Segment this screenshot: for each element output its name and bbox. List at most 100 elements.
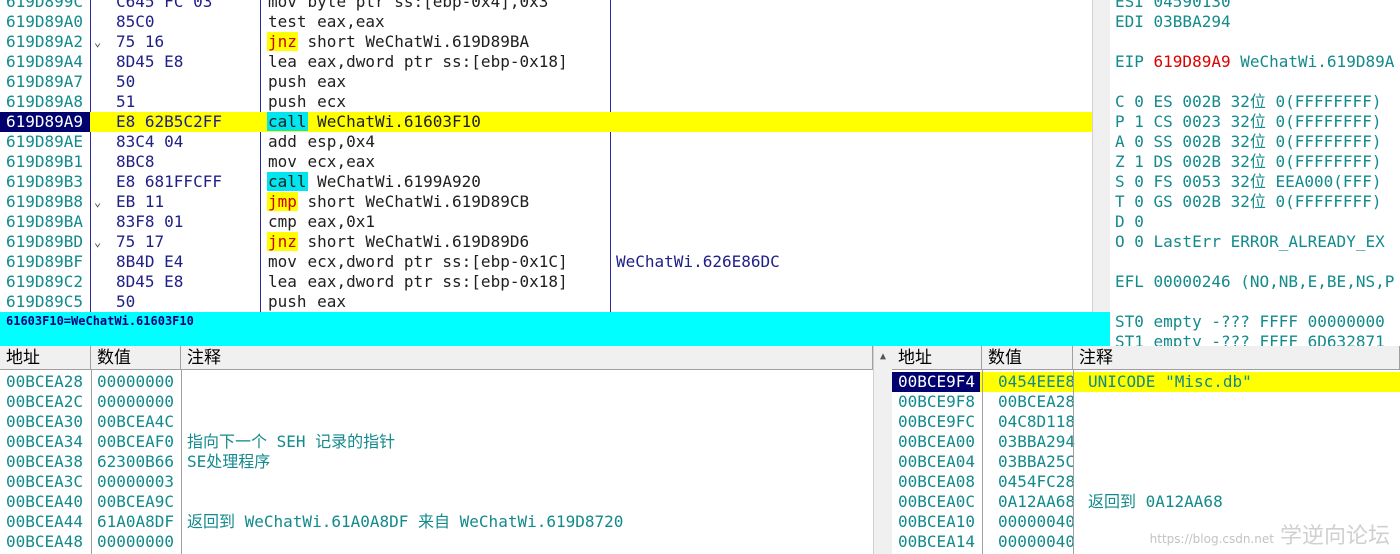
disasm-row[interactable]: 619D89BA 83F8 01 cmp eax,0x1 [0,212,1092,232]
stack-value[interactable]: 04C8D118 [998,412,1075,432]
instruction-address[interactable]: 619D89A9 [0,112,90,132]
disasm-row[interactable]: 619D899C C645 FC 03 mov byte ptr ss:[ebp-0… [0,0,1092,12]
instruction-address[interactable]: 619D89A2 [6,32,90,52]
register-line[interactable]: ESI 04590130 [1115,0,1231,12]
stack-value[interactable]: 00BCEA28 [998,392,1075,412]
disasm-row[interactable]: 619D89A9 E8 62B5C2FF call WeChatWi.61603F1… [0,112,1092,132]
eip-value[interactable]: 619D89A9 [1154,52,1231,71]
register-line[interactable]: ST0 empty -??? FFFF 00000000 [1115,312,1385,332]
stack-address[interactable]: 00BCEA10 [898,512,975,532]
register-line[interactable]: C 0 ES 002B 32位 0(FFFFFFFF) [1115,92,1381,112]
dump-value[interactable]: 62300B66 [97,452,174,472]
stack-address[interactable]: 00BCE9F4 [892,372,980,392]
instruction-address[interactable]: 619D89C5 [6,292,90,312]
stack-row[interactable]: 00BCE9FC 04C8D118 [892,412,1400,432]
stack-value[interactable]: 00000040 [998,532,1075,552]
disasm-row[interactable]: 619D89A0 85C0 test eax,eax [0,12,1092,32]
registers-pane[interactable]: ESI 04590130 EDI 03BBA294 EIP 619D89A9 WeC… [1110,0,1400,346]
stack-row[interactable]: 00BCEA00 03BBA294 [892,432,1400,452]
instruction-address[interactable]: 619D89B3 [6,172,90,192]
register-line[interactable]: O 0 LastErr ERROR_ALREADY_EX [1115,232,1385,252]
stack-row[interactable]: 00BCE9F8 00BCEA28 [892,392,1400,412]
register-line[interactable]: S 0 FS 0053 32位 EEA000(FFF) [1115,172,1381,192]
dump-row[interactable]: 00BCEA44 61A0A8DF 返回到 WeChatWi.61A0A8DF 来自… [0,512,873,532]
stack-value[interactable]: 0454FC28 [998,472,1075,492]
dump-row[interactable]: 00BCEA30 00BCEA4C [0,412,873,432]
instruction-address[interactable]: 619D89B8 [6,192,90,212]
instruction-address[interactable]: 619D89A7 [6,72,90,92]
dump-row[interactable]: 00BCEA2C 00000000 [0,392,873,412]
disasm-row[interactable]: 619D89C5 50 push eax [0,292,1092,312]
disassembly-pane[interactable]: 619D899C C645 FC 03 mov byte ptr ss:[ebp-0… [0,0,1092,312]
disasm-row[interactable]: 619D89B8 ⌄ EB 11 jmp short WeChatWi.619D89C… [0,192,1092,212]
dump-value[interactable]: 61A0A8DF [97,512,174,532]
dump-value[interactable]: 00BCEAF0 [97,432,174,452]
instruction-address[interactable]: 619D89BA [6,212,90,232]
instruction-address[interactable]: 619D89AE [6,132,90,152]
stack-address[interactable]: 00BCEA00 [898,432,975,452]
dump-address[interactable]: 00BCEA44 [6,512,83,532]
register-line[interactable]: Z 1 DS 002B 32位 0(FFFFFFFF) [1115,152,1381,172]
dump-value[interactable]: 00BCEA9C [97,492,174,512]
disasm-row[interactable]: 619D89A8 51 push ecx [0,92,1092,112]
stack-header-comment[interactable]: 注释 [1073,346,1400,370]
dump-value[interactable]: 00000000 [97,372,174,392]
instruction-address[interactable]: 619D89B1 [6,152,90,172]
stack-row[interactable]: 00BCEA08 0454FC28 [892,472,1400,492]
stack-value[interactable]: 03BBA294 [998,432,1075,452]
dump-value[interactable]: 00000000 [97,532,174,552]
disasm-row[interactable]: 619D89C2 8D45 E8 lea eax,dword ptr ss:[ebp… [0,272,1092,292]
dump-address[interactable]: 00BCEA3C [6,472,83,492]
dump-pane[interactable]: 地址 数值 注释 00BCEA28 00000000 00BCEA2C 0000000… [0,346,892,554]
dump-value[interactable]: 00BCEA4C [97,412,174,432]
stack-value[interactable]: 00000040 [998,512,1075,532]
dump-address[interactable]: 00BCEA28 [6,372,83,392]
dump-value[interactable]: 00000000 [97,392,174,412]
stack-row[interactable]: 00BCEA0C 0A12AA68 返回到 0A12AA68 [892,492,1400,512]
register-line[interactable]: EDI 03BBA294 [1115,12,1231,32]
stack-address[interactable]: 00BCE9F8 [898,392,975,412]
stack-value[interactable]: 03BBA25C [998,452,1075,472]
register-line[interactable]: EFL 00000246 (NO,NB,E,BE,NS,P [1115,272,1394,292]
dump-row[interactable]: 00BCEA34 00BCEAF0 指向下一个 SEH 记录的指针 [0,432,873,452]
dump-address[interactable]: 00BCEA38 [6,452,83,472]
register-line[interactable]: ST1 empty -??? FFFF 6D632871 [1115,332,1385,346]
dump-header-value[interactable]: 数值 [91,346,181,370]
dump-row[interactable]: 00BCEA40 00BCEA9C [0,492,873,512]
instruction-address[interactable]: 619D89C2 [6,272,90,292]
disasm-row[interactable]: 619D89A2 ⌄ 75 16 jnz short WeChatWi.619D89B… [0,32,1092,52]
instruction-address[interactable]: 619D89BF [6,252,90,272]
stack-address[interactable]: 00BCEA04 [898,452,975,472]
stack-address[interactable]: 00BCEA08 [898,472,975,492]
dump-header-address[interactable]: 地址 [0,346,91,370]
stack-address[interactable]: 00BCEA14 [898,532,975,552]
disasm-row[interactable]: 619D89A4 8D45 E8 lea eax,dword ptr ss:[ebp… [0,52,1092,72]
dump-value[interactable]: 00000003 [97,472,174,492]
stack-header-address[interactable]: 地址 [892,346,982,370]
dump-address[interactable]: 00BCEA48 [6,532,83,552]
dump-address[interactable]: 00BCEA30 [6,412,83,432]
register-line[interactable]: A 0 SS 002B 32位 0(FFFFFFFF) [1115,132,1381,152]
register-line[interactable]: D 0 [1115,212,1144,232]
dump-address[interactable]: 00BCEA34 [6,432,83,452]
scroll-up-icon[interactable]: ▲ [874,346,892,368]
dump-address[interactable]: 00BCEA40 [6,492,83,512]
disasm-row[interactable]: 619D89AE 83C4 04 add esp,0x4 [0,132,1092,152]
instruction-address[interactable]: 619D89A0 [6,12,90,32]
stack-row[interactable]: 00BCE9F4 0454EEE8 UNICODE "Misc.db" [892,372,1400,392]
instruction-address[interactable]: 619D89BD [6,232,90,252]
stack-value[interactable]: 0A12AA68 [998,492,1075,512]
stack-row[interactable]: 00BCEA04 03BBA25C [892,452,1400,472]
instruction-address[interactable]: 619D89A4 [6,52,90,72]
stack-address[interactable]: 00BCEA0C [898,492,975,512]
register-line[interactable]: EIP 619D89A9 WeChatWi.619D89A [1115,52,1394,72]
disasm-row[interactable]: 619D89B1 8BC8 mov ecx,eax [0,152,1092,172]
dump-row[interactable]: 00BCEA3C 00000003 [0,472,873,492]
dump-scrollbar[interactable]: ▲ [873,346,892,554]
stack-header-value[interactable]: 数值 [982,346,1073,370]
stack-address[interactable]: 00BCE9FC [898,412,975,432]
disasm-row[interactable]: 619D89BD ⌄ 75 17 jnz short WeChatWi.619D89D… [0,232,1092,252]
dump-row[interactable]: 00BCEA28 00000000 [0,372,873,392]
disasm-row[interactable]: 619D89B3 E8 681FFCFF call WeChatWi.6199A92… [0,172,1092,192]
register-line[interactable]: T 0 GS 002B 32位 0(FFFFFFFF) [1115,192,1381,212]
